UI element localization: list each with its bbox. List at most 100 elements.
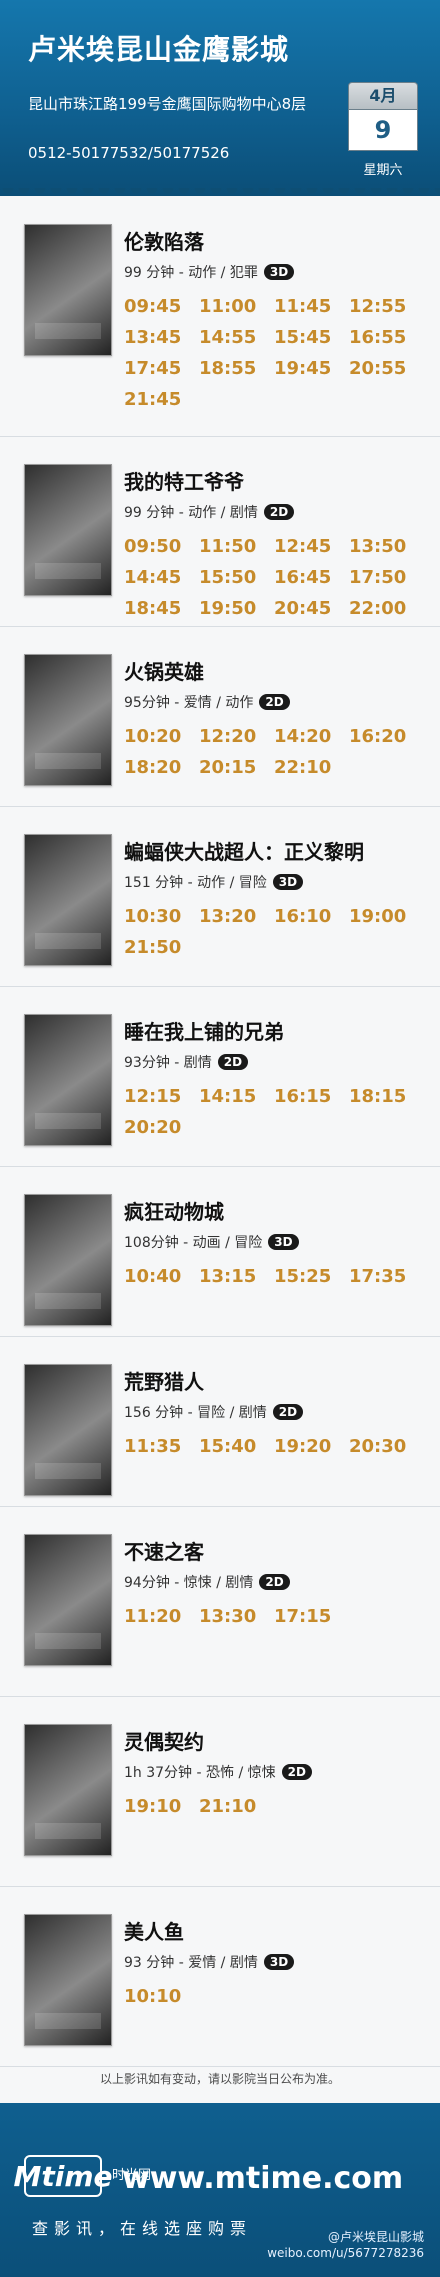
movie-item[interactable]: 荒野猎人 156 分钟 - 冒险 / 剧情 2D 11:35 15:40 19:… [0, 1336, 440, 1507]
movie-meta: 99 分钟 - 动作 / 剧情 2D [124, 502, 295, 522]
showtime[interactable]: 19:20 [274, 1436, 349, 1457]
movie-meta: 99 分钟 - 动作 / 犯罪 3D [124, 262, 295, 282]
showtime[interactable]: 20:45 [274, 598, 349, 619]
showtime[interactable]: 17:15 [274, 1606, 349, 1627]
movie-poster [24, 1724, 112, 1856]
movie-item[interactable]: 不速之客 94分钟 - 惊悚 / 剧情 2D 11:20 13:30 17:15 [0, 1506, 440, 1697]
showtime[interactable]: 11:50 [199, 536, 274, 557]
format-badge: 2D [281, 1764, 312, 1780]
movie-poster [24, 1194, 112, 1326]
showtime[interactable]: 14:15 [199, 1086, 274, 1107]
showtime[interactable]: 22:10 [274, 757, 349, 778]
showtime[interactable]: 13:30 [199, 1606, 274, 1627]
header: 卢米埃昆山金鹰影城 昆山市珠江路199号金鹰国际购物中心8层 0512-5017… [0, 0, 440, 196]
showtime[interactable]: 20:15 [199, 757, 274, 778]
movie-duration-genre: 94分钟 - 惊悚 / 剧情 [124, 1575, 254, 1591]
showtime[interactable]: 15:45 [274, 327, 349, 348]
movie-item[interactable]: 伦敦陷落 99 分钟 - 动作 / 犯罪 3D 09:45 11:00 11:4… [0, 196, 440, 437]
movie-item[interactable]: 睡在我上铺的兄弟 93分钟 - 剧情 2D 12:15 14:15 16:15 … [0, 986, 440, 1167]
showtime[interactable]: 17:45 [124, 358, 199, 379]
movie-item[interactable]: 我的特工爷爷 99 分钟 - 动作 / 剧情 2D 09:50 11:50 12… [0, 436, 440, 627]
movie-item[interactable]: 灵偶契约 1h 37分钟 - 恐怖 / 惊悚 2D 19:10 21:10 [0, 1696, 440, 1887]
movie-duration-genre: 95分钟 - 爱情 / 动作 [124, 695, 254, 711]
showtime[interactable]: 17:35 [349, 1266, 424, 1287]
movie-title[interactable]: 伦敦陷落 [124, 226, 204, 255]
showtime[interactable]: 12:55 [349, 296, 424, 317]
movie-title[interactable]: 火锅英雄 [124, 656, 204, 685]
showtime[interactable]: 14:45 [124, 567, 199, 588]
showtime[interactable]: 18:20 [124, 757, 199, 778]
brand-slogan: 查影讯，在线选座购票 [32, 2219, 253, 2238]
showtime[interactable]: 15:50 [199, 567, 274, 588]
showtime[interactable]: 09:45 [124, 296, 199, 317]
showtime[interactable]: 18:15 [349, 1086, 424, 1107]
movie-title[interactable]: 不速之客 [124, 1536, 204, 1565]
showtime[interactable]: 12:20 [199, 726, 274, 747]
showtime[interactable]: 14:55 [199, 327, 274, 348]
weibo-handle: @卢米埃昆山影城 [327, 2230, 424, 2244]
movie-meta: 93 分钟 - 爱情 / 剧情 3D [124, 1952, 295, 1972]
showtime-grid: 19:10 21:10 [124, 1796, 424, 1817]
showtime[interactable]: 20:30 [349, 1436, 424, 1457]
showtime[interactable]: 10:10 [124, 1986, 199, 2007]
movie-duration-genre: 156 分钟 - 冒险 / 剧情 [124, 1405, 267, 1421]
showtime[interactable]: 20:20 [124, 1117, 199, 1138]
showtime[interactable]: 16:20 [349, 726, 424, 747]
showtime[interactable]: 18:55 [199, 358, 274, 379]
showtime[interactable]: 13:45 [124, 327, 199, 348]
showtime[interactable]: 19:00 [349, 906, 424, 927]
showtime-grid: 11:35 15:40 19:20 20:30 [124, 1436, 424, 1457]
showtime[interactable]: 12:15 [124, 1086, 199, 1107]
movie-title[interactable]: 灵偶契约 [124, 1726, 204, 1755]
movie-title[interactable]: 荒野猎人 [124, 1366, 204, 1395]
showtime[interactable]: 13:20 [199, 906, 274, 927]
brand-url[interactable]: www.mtime.com [122, 2161, 403, 2196]
showtime[interactable]: 10:30 [124, 906, 199, 927]
movie-poster [24, 1914, 112, 2046]
showtime[interactable]: 11:20 [124, 1606, 199, 1627]
showtime[interactable]: 15:25 [274, 1266, 349, 1287]
movie-title[interactable]: 睡在我上铺的兄弟 [124, 1016, 284, 1045]
showtime[interactable]: 13:50 [349, 536, 424, 557]
showtime[interactable]: 11:00 [199, 296, 274, 317]
showtime[interactable]: 20:55 [349, 358, 424, 379]
movie-poster [24, 464, 112, 596]
movie-duration-genre: 151 分钟 - 动作 / 冒险 [124, 875, 267, 891]
showtime-grid: 10:20 12:20 14:20 16:20 18:20 20:15 22:1… [124, 726, 424, 778]
date-weekday: 星期六 [363, 163, 403, 178]
movie-meta: 1h 37分钟 - 恐怖 / 惊悚 2D [124, 1762, 312, 1782]
showtime[interactable]: 21:50 [124, 937, 199, 958]
showtime[interactable]: 14:20 [274, 726, 349, 747]
movie-title[interactable]: 蝙蝠侠大战超人：正义黎明 [124, 836, 364, 865]
movie-item[interactable]: 疯狂动物城 108分钟 - 动画 / 冒险 3D 10:40 13:15 15:… [0, 1166, 440, 1337]
movie-item[interactable]: 美人鱼 93 分钟 - 爱情 / 剧情 3D 10:10 [0, 1886, 440, 2067]
showtime[interactable]: 11:45 [274, 296, 349, 317]
showtime[interactable]: 16:15 [274, 1086, 349, 1107]
showtime[interactable]: 10:40 [124, 1266, 199, 1287]
showtime[interactable]: 21:45 [124, 389, 199, 410]
movie-title[interactable]: 美人鱼 [124, 1916, 184, 1945]
showtime[interactable]: 21:10 [199, 1796, 274, 1817]
showtime[interactable]: 16:10 [274, 906, 349, 927]
showtime[interactable]: 11:35 [124, 1436, 199, 1457]
showtime[interactable]: 09:50 [124, 536, 199, 557]
date-day: 9 [348, 109, 418, 151]
showtime[interactable]: 16:55 [349, 327, 424, 348]
showtime[interactable]: 12:45 [274, 536, 349, 557]
showtime[interactable]: 17:50 [349, 567, 424, 588]
showtime[interactable]: 13:15 [199, 1266, 274, 1287]
movie-meta: 156 分钟 - 冒险 / 剧情 2D [124, 1402, 304, 1422]
showtime[interactable]: 18:45 [124, 598, 199, 619]
format-badge: 2D [272, 1404, 304, 1420]
movie-title[interactable]: 我的特工爷爷 [124, 466, 244, 495]
movie-item[interactable]: 火锅英雄 95分钟 - 爱情 / 动作 2D 10:20 12:20 14:20… [0, 626, 440, 807]
showtime[interactable]: 19:45 [274, 358, 349, 379]
showtime[interactable]: 10:20 [124, 726, 199, 747]
showtime[interactable]: 16:45 [274, 567, 349, 588]
showtime[interactable]: 19:10 [124, 1796, 199, 1817]
showtime[interactable]: 22:00 [349, 598, 424, 619]
showtime[interactable]: 19:50 [199, 598, 274, 619]
movie-item[interactable]: 蝙蝠侠大战超人：正义黎明 151 分钟 - 动作 / 冒险 3D 10:30 1… [0, 806, 440, 987]
showtime[interactable]: 15:40 [199, 1436, 274, 1457]
movie-title[interactable]: 疯狂动物城 [124, 1196, 224, 1225]
